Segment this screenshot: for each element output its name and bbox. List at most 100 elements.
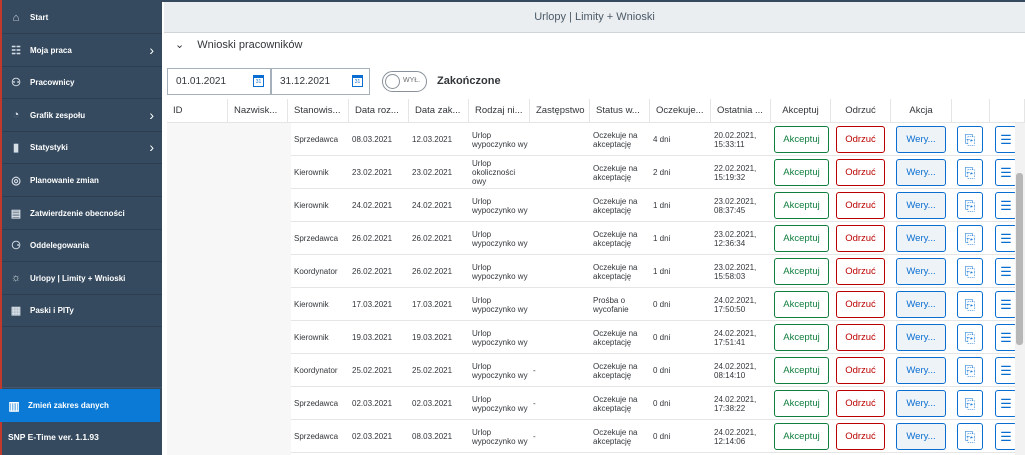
completed-toggle[interactable]: WYŁ.: [382, 71, 427, 92]
chevron-right-icon[interactable]: ›: [149, 107, 154, 123]
date-to-field[interactable]: 31.12.2021 31: [271, 68, 370, 95]
table-row[interactable]: Sprzedawca 08.03.2021 12.03.2021 Urlop wypo…: [291, 123, 1017, 156]
reject-button[interactable]: Odrzuć: [836, 225, 885, 252]
sidebar-item[interactable]: ☼ Urlopy | Limity + Wnioski: [2, 263, 162, 295]
chevron-right-icon[interactable]: ›: [149, 42, 154, 58]
details-icon[interactable]: ☰: [995, 126, 1017, 153]
table-row[interactable]: Kierownik 19.03.2021 19.03.2021 Urlop wypoc…: [291, 321, 1017, 354]
reject-button[interactable]: Odrzuć: [836, 390, 885, 417]
details-icon[interactable]: ☰: [995, 225, 1017, 252]
accept-button[interactable]: Akceptuj: [774, 258, 829, 285]
chevron-right-icon[interactable]: ›: [149, 139, 154, 155]
toggle-knob: [385, 74, 400, 89]
document-search-icon[interactable]: ⎘: [957, 423, 983, 450]
details-icon[interactable]: ☰: [995, 291, 1017, 318]
verify-button[interactable]: Wery...: [896, 192, 946, 219]
change-range-button[interactable]: ▥ Zmień zakres danych: [0, 389, 160, 422]
sidebar-item[interactable]: ▮ Statystyki ›: [2, 132, 162, 165]
verify-button[interactable]: Wery...: [896, 324, 946, 351]
sidebar-item[interactable]: ⌂ Start: [2, 2, 162, 34]
details-icon[interactable]: ☰: [995, 423, 1017, 450]
details-icon[interactable]: ☰: [995, 159, 1017, 186]
verify-button[interactable]: Wery...: [896, 390, 946, 417]
scrollbar[interactable]: [1016, 173, 1023, 345]
reject-button[interactable]: Odrzuć: [836, 192, 885, 219]
accept-button[interactable]: Akceptuj: [774, 225, 829, 252]
table-row[interactable]: Kierownik 24.02.2021 24.02.2021 Urlop wypoc…: [291, 189, 1017, 222]
sidebar-item[interactable]: ⚇ Pracownicy: [2, 67, 162, 100]
details-icon[interactable]: ☰: [995, 258, 1017, 285]
details-icon[interactable]: ☰: [995, 357, 1017, 384]
accept-button[interactable]: Akceptuj: [774, 159, 829, 186]
document-search-icon[interactable]: ⎘: [957, 159, 983, 186]
column-header[interactable]: Data roz...: [349, 99, 409, 123]
sidebar-item[interactable]: ☷ Moja praca ›: [2, 35, 162, 67]
column-header[interactable]: Rodzaj ni...: [469, 99, 530, 123]
column-header[interactable]: Oczekuje...: [650, 99, 711, 123]
sidebar-item[interactable]: ◔ Grafik zespołu ›: [2, 100, 162, 132]
table-row[interactable]: Koordynator 26.02.2021 26.02.2021 Urlop wyp…: [291, 255, 1017, 288]
cell-status: Oczekuje na akceptację: [593, 229, 638, 248]
calendar-icon[interactable]: 31: [352, 75, 363, 87]
date-from-field[interactable]: 01.01.2021 31: [167, 68, 271, 95]
chevron-down-icon[interactable]: ⌄: [175, 38, 184, 51]
reject-button[interactable]: Odrzuć: [836, 258, 885, 285]
table-row[interactable]: Kierownik 23.02.2021 23.02.2021 Urlop okoli…: [291, 156, 1017, 189]
column-header[interactable]: [990, 99, 1025, 123]
details-icon[interactable]: ☰: [995, 324, 1017, 351]
accept-button[interactable]: Akceptuj: [774, 291, 829, 318]
document-search-icon[interactable]: ⎘: [957, 324, 983, 351]
column-header[interactable]: Data zak...: [409, 99, 469, 123]
reject-button[interactable]: Odrzuć: [836, 291, 885, 318]
document-search-icon[interactable]: ⎘: [957, 225, 983, 252]
verify-button[interactable]: Wery...: [896, 225, 946, 252]
column-header[interactable]: ID: [167, 99, 228, 123]
column-header[interactable]: Nazwisk...: [228, 99, 288, 123]
document-search-icon[interactable]: ⎘: [957, 258, 983, 285]
cell-type: Urlop wypoczynko wy: [472, 229, 528, 248]
calendar-icon[interactable]: 31: [253, 75, 264, 87]
column-header[interactable]: Akcja: [891, 99, 952, 123]
table-row[interactable]: Sprzedawca 02.03.2021 08.03.2021 Urlop wypo…: [291, 420, 1017, 453]
verify-button[interactable]: Wery...: [896, 357, 946, 384]
verify-button[interactable]: Wery...: [896, 258, 946, 285]
accept-button[interactable]: Akceptuj: [774, 423, 829, 450]
verify-button[interactable]: Wery...: [896, 159, 946, 186]
document-search-icon[interactable]: ⎘: [957, 390, 983, 417]
document-search-icon[interactable]: ⎘: [957, 126, 983, 153]
document-search-icon[interactable]: ⎘: [957, 291, 983, 318]
reject-button[interactable]: Odrzuć: [836, 423, 885, 450]
column-header[interactable]: [952, 99, 990, 123]
table-row[interactable]: Sprzedawca 26.02.2021 26.02.2021 Urlop wypo…: [291, 222, 1017, 255]
column-header[interactable]: Ostatnia ...: [711, 99, 771, 123]
accept-button[interactable]: Akceptuj: [774, 357, 829, 384]
document-search-icon[interactable]: ⎘: [957, 192, 983, 219]
accept-button[interactable]: Akceptuj: [774, 192, 829, 219]
reject-button[interactable]: Odrzuć: [836, 324, 885, 351]
column-header[interactable]: Akceptuj: [771, 99, 831, 123]
reject-button[interactable]: Odrzuć: [836, 159, 885, 186]
sidebar-item[interactable]: ⚆ Oddelegowania: [2, 230, 162, 263]
table-row[interactable]: Koordynator 25.02.2021 25.02.2021 Urlop wyp…: [291, 354, 1017, 387]
accept-button[interactable]: Akceptuj: [774, 126, 829, 153]
details-icon[interactable]: ☰: [995, 390, 1017, 417]
section-header[interactable]: ⌄ Wnioski pracowników: [175, 38, 302, 51]
column-header[interactable]: Zastępstwo: [530, 99, 590, 123]
reject-button[interactable]: Odrzuć: [836, 126, 885, 153]
verify-button[interactable]: Wery...: [896, 126, 946, 153]
sidebar-item[interactable]: ▦ Paski i PITy: [2, 295, 162, 328]
table-row[interactable]: Kierownik 17.03.2021 17.03.2021 Urlop wypoc…: [291, 288, 1017, 321]
accept-button[interactable]: Akceptuj: [774, 390, 829, 417]
verify-button[interactable]: Wery...: [896, 423, 946, 450]
document-search-icon[interactable]: ⎘: [957, 357, 983, 384]
accept-button[interactable]: Akceptuj: [774, 324, 829, 351]
column-header[interactable]: Status w...: [590, 99, 650, 123]
sidebar-item[interactable]: ◎ Planowanie zmian: [2, 165, 162, 197]
column-header[interactable]: Stanowis...: [288, 99, 349, 123]
verify-button[interactable]: Wery...: [896, 291, 946, 318]
table-row[interactable]: Sprzedawca 02.03.2021 02.03.2021 Urlop wypo…: [291, 387, 1017, 420]
details-icon[interactable]: ☰: [995, 192, 1017, 219]
reject-button[interactable]: Odrzuć: [836, 357, 885, 384]
sidebar-item[interactable]: ▤ Zatwierdzenie obecności: [2, 198, 162, 230]
column-header[interactable]: Odrzuć: [831, 99, 891, 123]
